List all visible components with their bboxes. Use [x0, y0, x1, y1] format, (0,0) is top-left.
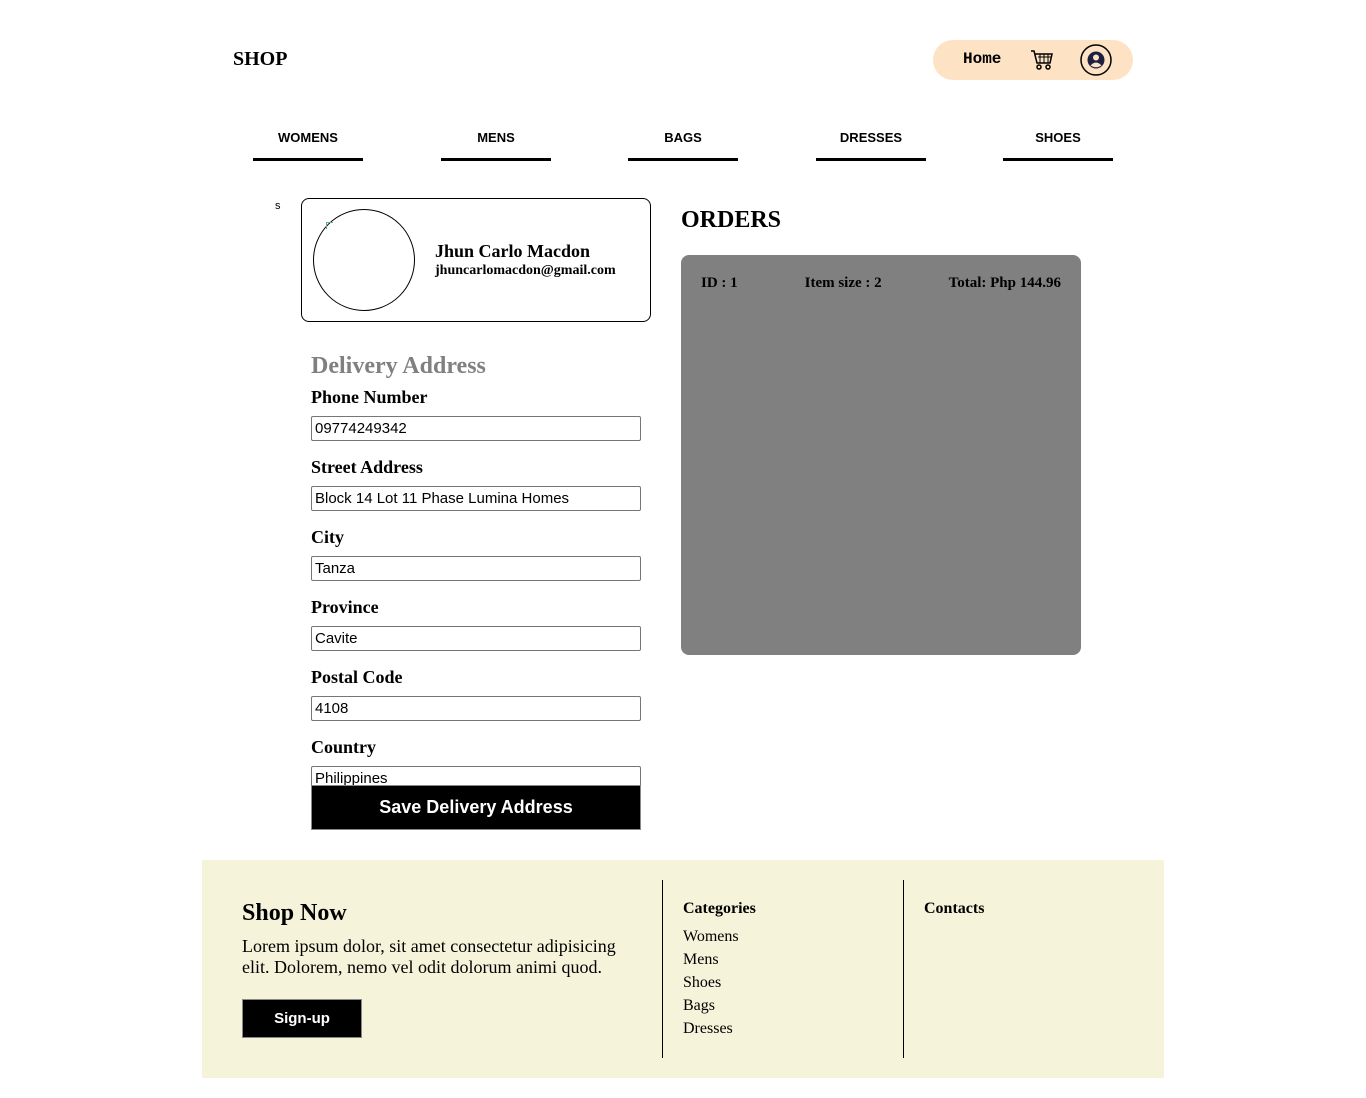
order-item-size: Item size : 2: [804, 275, 882, 291]
country-label: Country: [311, 737, 377, 757]
signup-button[interactable]: Sign-up: [242, 999, 362, 1038]
phone-number-label: Phone Number: [311, 387, 428, 407]
category-nav: WOMENS MENS BAGS DRESSES SHOES: [0, 129, 1366, 161]
footer-link-bags[interactable]: Bags: [683, 996, 739, 1019]
stray-text: s: [275, 200, 281, 212]
category-tab-shoes[interactable]: SHOES: [1003, 129, 1113, 161]
footer-category-list: Womens Mens Shoes Bags Dresses: [683, 927, 739, 1042]
order-id: ID : 1: [701, 275, 738, 291]
street-address-label: Street Address: [311, 457, 423, 477]
footer-link-dresses[interactable]: Dresses: [683, 1019, 739, 1042]
avatar: [313, 209, 415, 311]
brand-logo[interactable]: SHOP: [233, 48, 287, 71]
category-tab-mens[interactable]: MENS: [441, 129, 551, 161]
phone-number-input[interactable]: [311, 416, 641, 441]
footer-link-womens[interactable]: Womens: [683, 927, 739, 950]
city-label: City: [311, 527, 344, 547]
order-row[interactable]: ID : 1 Item size : 2 Total: Php 144.96: [701, 275, 1061, 292]
footer-divider: [662, 880, 663, 1058]
orders-panel: ID : 1 Item size : 2 Total: Php 144.96: [681, 255, 1081, 655]
street-address-input[interactable]: [311, 486, 641, 511]
footer-divider: [903, 880, 904, 1058]
province-input[interactable]: [311, 626, 641, 651]
category-tab-dresses[interactable]: DRESSES: [816, 129, 926, 161]
footer-link-mens[interactable]: Mens: [683, 950, 739, 973]
order-total: Total: Php 144.96: [948, 275, 1061, 291]
footer: Shop Now Lorem ipsum dolor, sit amet con…: [202, 860, 1164, 1078]
profile-email: jhuncarlomacdon@gmail.com: [435, 263, 616, 278]
footer-title: Shop Now: [242, 900, 347, 926]
province-label: Province: [311, 597, 379, 617]
profile-card: Jhun Carlo Macdon jhuncarlomacdon@gmail.…: [301, 198, 651, 322]
postal-code-label: Postal Code: [311, 667, 403, 687]
home-link[interactable]: Home: [963, 50, 1001, 68]
broken-image-icon: [326, 222, 333, 229]
user-account-icon[interactable]: [1080, 44, 1112, 76]
category-tab-womens[interactable]: WOMENS: [253, 129, 363, 161]
delivery-address-title: Delivery Address: [311, 353, 486, 379]
postal-code-input[interactable]: [311, 696, 641, 721]
footer-categories-title: Categories: [683, 900, 756, 917]
category-tab-bags[interactable]: BAGS: [628, 129, 738, 161]
footer-description: Lorem ipsum dolor, sit amet consectetur …: [242, 936, 616, 977]
top-nav: Home: [933, 40, 1133, 80]
delivery-address-form: Delivery Address Phone Number Street Add…: [311, 350, 641, 802]
save-delivery-address-button[interactable]: Save Delivery Address: [311, 785, 641, 830]
footer-link-shoes[interactable]: Shoes: [683, 973, 739, 996]
city-input[interactable]: [311, 556, 641, 581]
footer-contacts-title: Contacts: [924, 900, 985, 917]
cart-icon[interactable]: [1030, 49, 1054, 71]
orders-title: ORDERS: [681, 207, 782, 233]
profile-name: Jhun Carlo Macdon: [435, 241, 591, 261]
